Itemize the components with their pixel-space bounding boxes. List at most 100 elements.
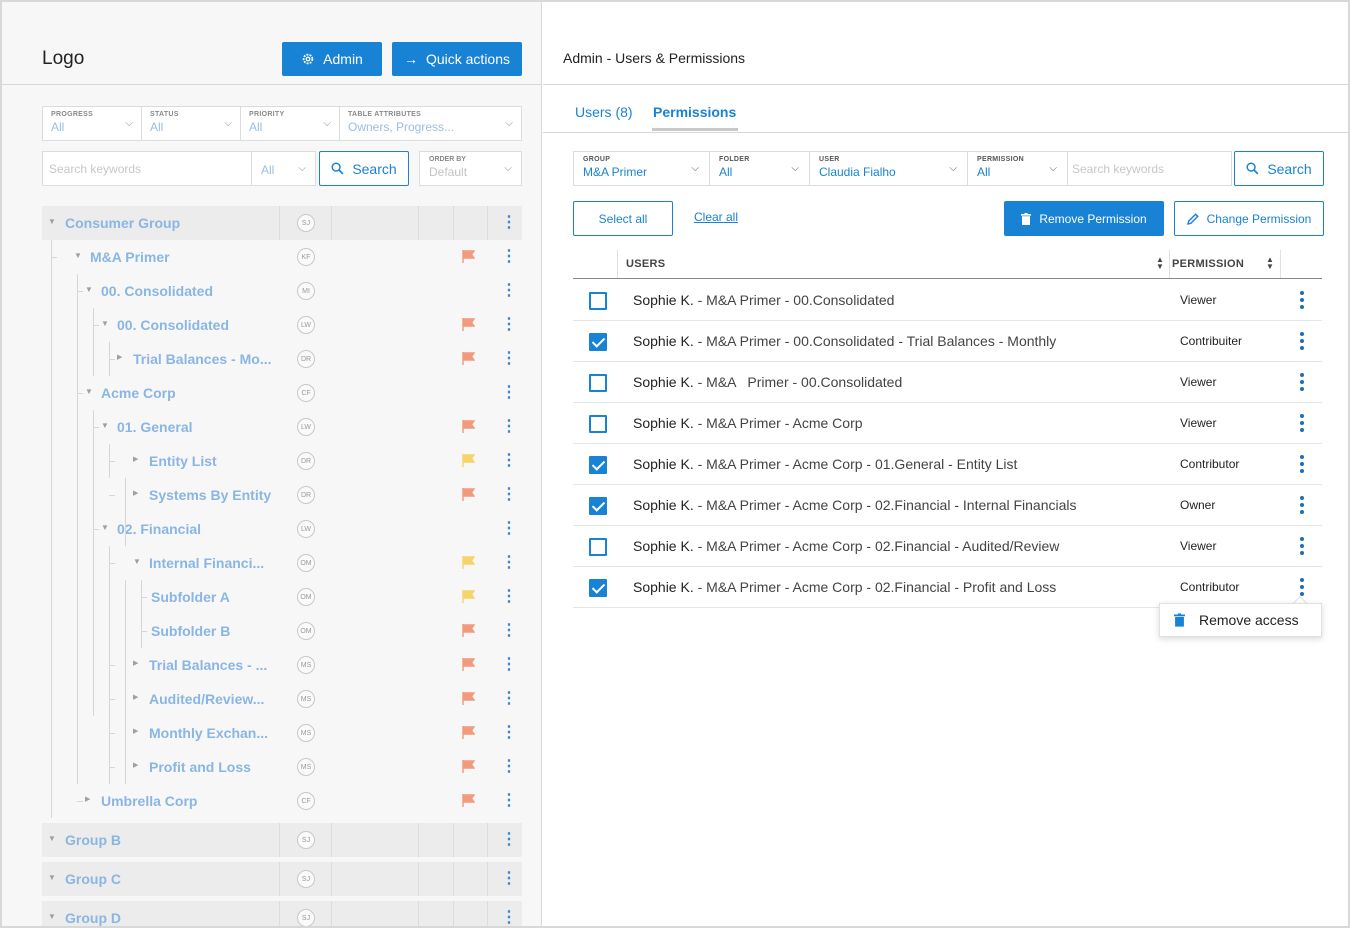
tree-folder-row[interactable]: Subfolder B OM ⋮ [42,614,522,648]
more-options-icon[interactable]: ⋮ [501,385,517,401]
tree-item-name[interactable]: Systems By Entity [149,487,271,503]
caret-right-icon[interactable]: ▶ [133,727,138,735]
more-options-icon[interactable]: ⋮ [501,832,517,848]
tree-item-name[interactable]: Trial Balances - ... [149,657,267,673]
flag-icon[interactable] [462,692,475,705]
row-checkbox[interactable] [589,579,607,597]
more-options-icon[interactable]: ⋮ [501,317,517,333]
tree-item-name[interactable]: Subfolder B [151,623,230,639]
more-options-icon[interactable]: ⋮ [501,521,517,537]
tree-folder-row[interactable]: ▶ Umbrella Corp CF ⋮ [42,784,522,818]
flag-icon[interactable] [462,454,475,467]
tree-item-name[interactable]: 00. Consolidated [101,283,213,299]
flag-icon[interactable] [462,250,475,263]
tree-folder-row[interactable]: Subfolder A OM ⋮ [42,580,522,614]
flag-icon[interactable] [462,760,475,773]
left-scope-select[interactable]: All ⌵ [252,151,316,186]
remove-permission-button[interactable]: Remove Permission [1004,201,1164,236]
tree-item-name[interactable]: Group D [65,910,121,926]
flag-icon[interactable] [462,556,475,569]
tree-item-name[interactable]: Trial Balances - Mo... [133,351,272,367]
caret-down-icon[interactable]: ▼ [48,873,56,882]
caret-down-icon[interactable]: ▼ [101,421,109,430]
folder-filter[interactable]: FOLDER All ⌵ [710,152,810,185]
caret-down-icon[interactable]: ▼ [48,912,56,921]
more-options-icon[interactable]: ⋮ [501,283,517,299]
flag-icon[interactable] [462,488,475,501]
more-options-icon[interactable]: ⋮ [501,793,517,809]
tree-item-name[interactable]: Internal Financi... [149,555,264,571]
row-checkbox[interactable] [589,538,607,556]
permissions-search-input[interactable]: Search keywords [1068,152,1168,185]
more-options-icon[interactable]: ⋮ [501,691,517,707]
tree-item-name[interactable]: Acme Corp [101,385,176,401]
tree-item-name[interactable]: Profit and Loss [149,759,251,775]
more-options-icon[interactable]: ⋮ [501,487,517,503]
caret-right-icon[interactable]: ▶ [133,659,138,667]
tree-folder-row[interactable]: ▼ 02. Financial LW ⋮ [42,512,522,546]
caret-down-icon[interactable]: ▼ [74,251,82,260]
tree-group-row[interactable]: ▼ Group D SJ ⋮ [42,901,522,926]
row-checkbox[interactable] [589,415,607,433]
remove-access-menu-item[interactable]: Remove access [1199,612,1299,628]
more-options-icon[interactable]: ⋮ [501,759,517,775]
table-row[interactable]: Sophie K. - M&A Primer - 00.Consolidated… [573,362,1322,403]
more-options-icon[interactable] [1299,373,1305,391]
tree-folder-row[interactable]: ▼ Acme Corp CF ⋮ [42,376,522,410]
table-row[interactable]: Sophie K. - M&A Primer - Acme Corp Viewer [573,403,1322,444]
admin-button[interactable]: Admin [282,42,382,76]
row-checkbox[interactable] [589,292,607,310]
tab-permissions[interactable]: Permissions [653,104,736,120]
order-by-select[interactable]: ORDER BY Default ⌵ [419,151,522,186]
tree-group-row[interactable]: ▼ Consumer Group SJ ⋮ [42,206,522,240]
caret-down-icon[interactable]: ▼ [101,319,109,328]
row-checkbox[interactable] [589,374,607,392]
tab-users[interactable]: Users (8) [575,104,633,120]
table-row[interactable]: Sophie K. - M&A Primer - 00.Consolidated… [573,280,1322,321]
left-search-input[interactable]: Search keywords [42,151,252,186]
caret-right-icon[interactable]: ▶ [85,795,90,803]
row-action-menu[interactable]: Remove access [1159,603,1322,637]
table-row[interactable]: Sophie K. - M&A Primer - Acme Corp - 02.… [573,567,1322,608]
clear-all-link[interactable]: Clear all [694,210,738,224]
table-row[interactable]: Sophie K. - M&A Primer - Acme Corp - 02.… [573,526,1322,567]
more-options-icon[interactable]: ⋮ [501,453,517,469]
tree-folder-row[interactable]: ▼ 00. Consolidated MI ⋮ [42,274,522,308]
caret-down-icon[interactable]: ▼ [85,387,93,396]
more-options-icon[interactable] [1299,414,1305,432]
sort-icon[interactable]: ▲ ▼ [1266,256,1274,271]
tree-item-name[interactable]: 01. General [117,419,193,435]
permission-column-header[interactable]: PERMISSION [1172,258,1244,270]
select-all-button[interactable]: Select all [573,201,673,236]
row-checkbox[interactable] [589,497,607,515]
more-options-icon[interactable] [1299,578,1305,596]
tree-item-name[interactable]: Audited/Review... [149,691,264,707]
more-options-icon[interactable]: ⋮ [501,589,517,605]
flag-icon[interactable] [462,590,475,603]
table-row[interactable]: Sophie K. - M&A Primer - Acme Corp - 01.… [573,444,1322,485]
more-options-icon[interactable]: ⋮ [501,249,517,265]
table-row[interactable]: Sophie K. - M&A Primer - Acme Corp - 02.… [573,485,1322,526]
flag-icon[interactable] [462,794,475,807]
more-options-icon[interactable] [1299,455,1305,473]
caret-right-icon[interactable]: ▶ [117,353,122,361]
tree-group-row[interactable]: ▼ Group C SJ ⋮ [42,862,522,896]
quick-actions-button[interactable]: → Quick actions [392,42,522,76]
row-checkbox[interactable] [589,456,607,474]
tree-item-name[interactable]: M&A Primer [90,249,170,265]
user-filter[interactable]: USER Claudia Fialho ⌵ [810,152,968,185]
change-permission-button[interactable]: Change Permission [1174,201,1324,236]
more-options-icon[interactable] [1299,291,1305,309]
flag-icon[interactable] [462,352,475,365]
more-options-icon[interactable] [1299,537,1305,555]
permissions-search-button[interactable]: Search [1234,151,1324,186]
tree-item-name[interactable]: Entity List [149,453,217,469]
progress-filter[interactable]: PROGRESS All ⌵ [43,107,142,140]
flag-icon[interactable] [462,658,475,671]
group-filter[interactable]: GROUP M&A Primer ⌵ [574,152,710,185]
flag-icon[interactable] [462,420,475,433]
priority-filter[interactable]: PRIORITY All ⌵ [241,107,340,140]
status-filter[interactable]: STATUS All ⌵ [142,107,241,140]
caret-down-icon[interactable]: ▼ [85,285,93,294]
more-options-icon[interactable]: ⋮ [501,871,517,887]
